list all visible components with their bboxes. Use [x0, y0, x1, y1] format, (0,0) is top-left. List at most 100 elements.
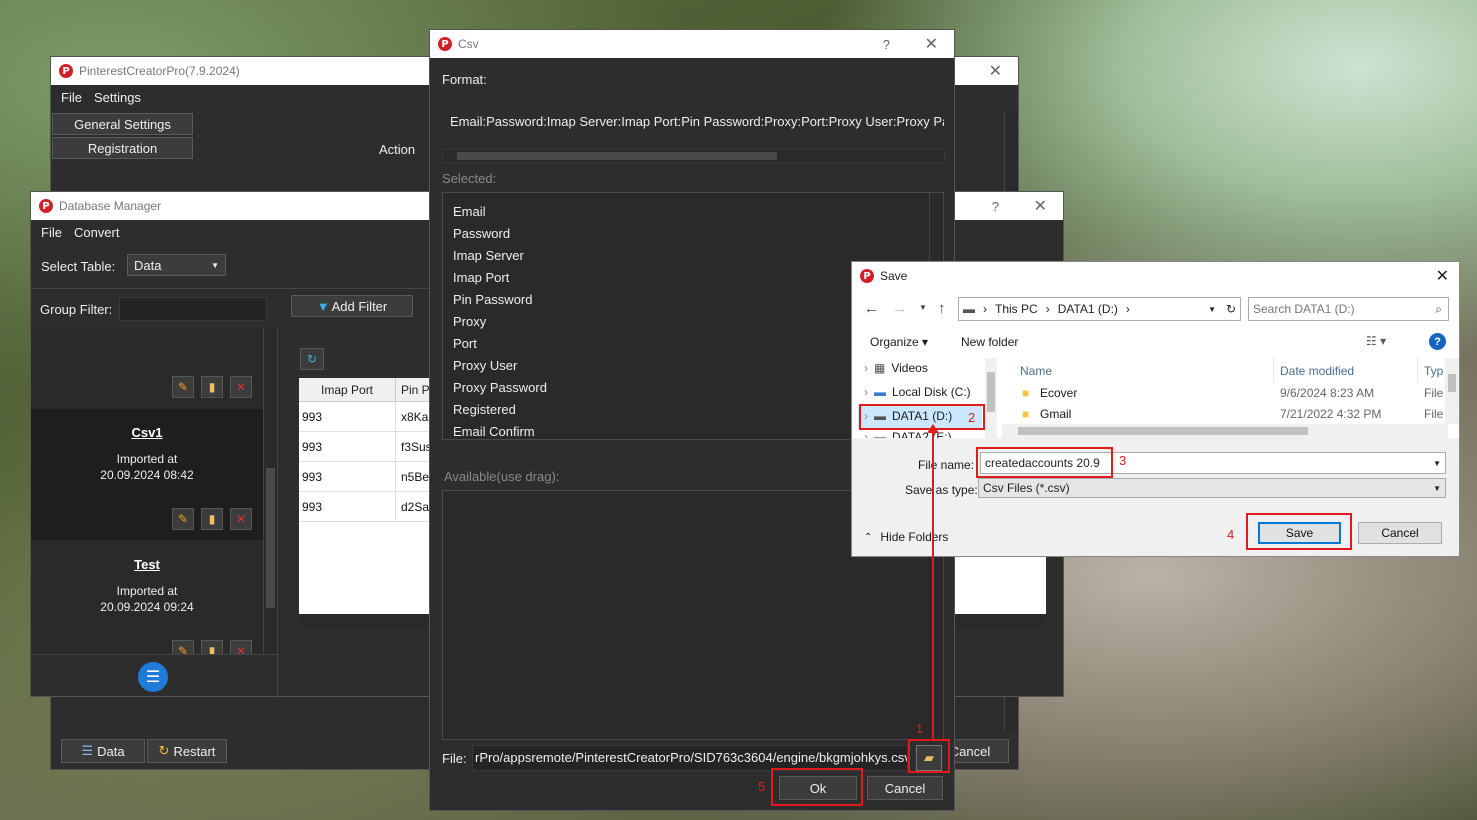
nav-scrollbar[interactable] [985, 358, 997, 438]
help-icon[interactable]: ? [992, 192, 999, 220]
groups-list: ✎ ▮ ✕ Csv1 Imported at 20.09.2024 08:42 … [31, 328, 277, 654]
group-date: 20.09.2024 09:24 [100, 600, 194, 614]
breadcrumb-data1[interactable]: DATA1 (D:) [1058, 302, 1118, 316]
menu-settings[interactable]: Settings [94, 90, 141, 105]
edit-icon[interactable]: ✎ [172, 640, 194, 654]
divider [395, 402, 396, 522]
up-arrow-icon[interactable]: ↑ [938, 300, 946, 317]
group-filter-input[interactable] [119, 297, 267, 321]
scroll-thumb[interactable] [457, 152, 777, 160]
chevron-down-icon[interactable]: ▼ [1433, 459, 1441, 468]
delete-icon[interactable]: ✕ [230, 508, 252, 530]
annotation-box-4 [1246, 513, 1352, 550]
list-item[interactable]: ■ Gmail 7/21/2022 4:32 PM File [1020, 407, 1443, 424]
pinterest-logo-icon: P [438, 37, 452, 51]
tab-general-settings[interactable]: General Settings [52, 113, 193, 135]
divider [31, 288, 431, 289]
filter-icon: ▼ [316, 298, 330, 314]
close-icon[interactable]: ✕ [925, 30, 938, 58]
csv-titlebar: P Csv [430, 30, 954, 58]
nav-item-local-disk[interactable]: › ▬ Local Disk (C:) [864, 385, 971, 399]
group-item[interactable]: ✎ ▮ ✕ [31, 328, 263, 408]
clipboard-icon[interactable]: ▮ [201, 640, 223, 654]
drive-icon: ▬ [963, 302, 975, 316]
delete-icon[interactable]: ✕ [230, 376, 252, 398]
group-item[interactable]: Test Imported at 20.09.2024 09:24 ✎ ▮ ✕ [31, 541, 263, 654]
col-pin-password[interactable]: Pin P [401, 383, 430, 397]
restart-icon: ↻ [158, 743, 170, 758]
database-title: Database Manager [59, 199, 162, 213]
col-type[interactable]: Typ [1424, 364, 1443, 378]
chevron-down-icon: ▼ [211, 260, 219, 270]
select-table-dropdown[interactable]: Data ▼ [127, 254, 226, 276]
format-value: Email:Password:Imap Server:Imap Port:Pin… [450, 114, 944, 129]
close-icon[interactable]: ✕ [1034, 192, 1047, 220]
groups-scrollbar[interactable] [263, 328, 277, 654]
refresh-icon[interactable]: ↻ [300, 348, 324, 370]
close-icon[interactable]: ✕ [989, 57, 1002, 85]
close-icon[interactable]: ✕ [1436, 262, 1449, 290]
annotation-number-2: 2 [968, 410, 976, 425]
menu-file[interactable]: File [61, 90, 82, 105]
nav-item-videos[interactable]: › ▦ Videos [864, 361, 928, 375]
list-item[interactable]: Email [443, 201, 943, 223]
save-cancel-button[interactable]: Cancel [1358, 522, 1442, 544]
select-table-label: Select Table: [41, 259, 116, 274]
add-filter-button[interactable]: ▼ Add Filter [291, 295, 413, 317]
menu-file[interactable]: File [41, 225, 62, 240]
list-item[interactable]: Password [443, 223, 943, 245]
help-icon[interactable]: ? [883, 30, 890, 58]
file-list: Name Date modified Typ ■ Ecover 9/6/2024… [1000, 358, 1447, 424]
forward-arrow-icon[interactable]: → [892, 300, 907, 317]
pinterest-logo-icon: P [39, 199, 53, 213]
pinterest-logo-icon: P [59, 64, 73, 78]
clipboard-icon[interactable]: ▮ [201, 508, 223, 530]
annotation-box-2 [859, 404, 985, 430]
edit-icon[interactable]: ✎ [172, 376, 194, 398]
organize-button[interactable]: Organize ▾ [870, 335, 928, 349]
scroll-thumb[interactable] [266, 468, 275, 608]
breadcrumb[interactable]: ▬ › This PC › DATA1 (D:) › ▼ ↻ [958, 297, 1241, 321]
col-imap-port[interactable]: Imap Port [321, 383, 373, 397]
annotation-box-3 [976, 447, 1113, 478]
chevron-down-icon[interactable]: ▼ [919, 303, 927, 312]
file-label: File: [442, 751, 467, 766]
col-date-modified[interactable]: Date modified [1280, 364, 1354, 378]
back-arrow-icon[interactable]: ← [864, 300, 879, 317]
tab-registration[interactable]: Registration [52, 137, 193, 159]
menu-convert[interactable]: Convert [74, 225, 120, 240]
chevron-down-icon[interactable]: ▼ [1208, 305, 1216, 314]
group-imported-label: Imported at [116, 452, 178, 466]
group-name: Test [134, 557, 160, 572]
save-titlebar: P Save [852, 262, 1459, 290]
search-input[interactable]: Search DATA1 (D:) ⌕ [1248, 297, 1449, 321]
file-list-vscrollbar[interactable] [1445, 358, 1459, 424]
data-button[interactable]: ☰ Data [61, 739, 145, 763]
help-icon[interactable]: ? [1429, 333, 1446, 350]
delete-icon[interactable]: ✕ [230, 640, 252, 654]
file-list-hscrollbar[interactable] [1002, 424, 1448, 438]
folder-icon: ■ [1022, 407, 1030, 421]
csv-cancel-button[interactable]: Cancel [867, 776, 943, 800]
col-name[interactable]: Name [1020, 364, 1052, 378]
savetype-dropdown[interactable]: Csv Files (*.csv) ▼ [978, 478, 1446, 498]
refresh-icon[interactable]: ↻ [1226, 302, 1236, 316]
drive-icon: ▬ [874, 430, 886, 438]
hide-folders-button[interactable]: ⌃ Hide Folders [864, 530, 948, 544]
filename-label: File name: [918, 458, 975, 472]
video-folder-icon: ▦ [874, 361, 886, 375]
edit-icon[interactable]: ✎ [172, 508, 194, 530]
list-item[interactable]: ■ Ecover 9/6/2024 8:23 AM File [1020, 386, 1443, 404]
list-menu-icon[interactable]: ☰ [138, 662, 168, 692]
new-folder-button[interactable]: New folder [961, 335, 1018, 349]
breadcrumb-this-pc[interactable]: This PC [995, 302, 1038, 316]
annotation-number-1: 1 [916, 721, 924, 736]
chevron-down-icon: ▼ [1433, 483, 1441, 493]
view-options-icon[interactable]: ☷ ▾ [1366, 334, 1386, 348]
clipboard-icon[interactable]: ▮ [201, 376, 223, 398]
annotation-number-4: 4 [1227, 527, 1235, 542]
group-item[interactable]: Csv1 Imported at 20.09.2024 08:42 ✎ ▮ ✕ [31, 409, 263, 540]
format-hscrollbar[interactable] [442, 149, 945, 163]
annotation-box-5 [771, 768, 863, 806]
restart-button[interactable]: ↻ Restart [147, 739, 227, 763]
